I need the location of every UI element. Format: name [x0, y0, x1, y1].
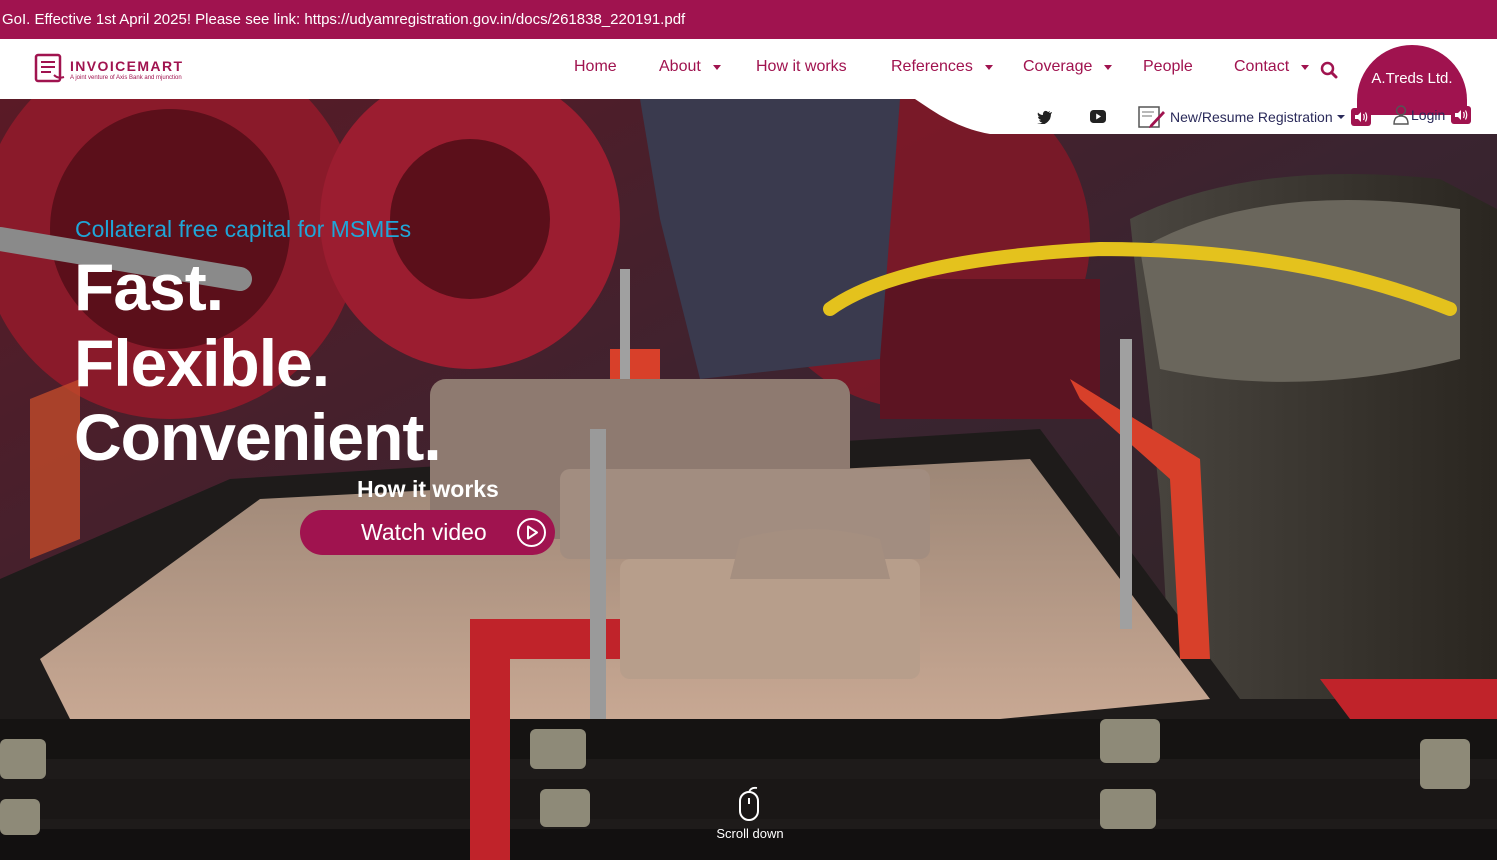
invoice-logo-icon: [34, 53, 65, 83]
chevron-down-icon: [984, 64, 993, 70]
login-link[interactable]: Login: [1393, 105, 1472, 125]
registration-label[interactable]: New/Resume Registration: [1170, 109, 1333, 125]
chevron-down-icon: [1336, 115, 1345, 119]
watch-video-label[interactable]: Watch video: [361, 519, 487, 546]
announcement-bar[interactable]: GoI. Effective 1st April 2025! Please se…: [0, 0, 1497, 39]
scroll-down-indicator[interactable]: Scroll down: [700, 786, 800, 841]
headline-convenient: Convenient.: [74, 400, 442, 474]
logo[interactable]: INVOICEMART A joint venture of Axis Bank…: [34, 53, 183, 85]
edit-form-icon: [1138, 106, 1165, 128]
site-header: INVOICEMART A joint venture of Axis Bank…: [0, 39, 1497, 99]
nav-coverage[interactable]: Coverage: [1023, 58, 1113, 76]
mouse-icon: [739, 786, 759, 821]
play-icon[interactable]: [516, 517, 547, 548]
logo-name: INVOICEMART: [70, 57, 184, 74]
chevron-down-icon: [712, 64, 721, 70]
nav-how-it-works[interactable]: How it works: [756, 58, 847, 76]
nav-references[interactable]: References: [891, 58, 993, 76]
how-it-works-heading: How it works: [357, 476, 499, 502]
headline-flexible: Flexible.: [74, 326, 330, 400]
nav-home[interactable]: Home: [574, 58, 617, 76]
watch-video-button[interactable]: Watch video: [300, 510, 555, 555]
login-label[interactable]: Login: [1411, 107, 1445, 123]
announcement-text[interactable]: GoI. Effective 1st April 2025! Please se…: [2, 11, 685, 28]
nav-contact[interactable]: Contact: [1234, 58, 1310, 76]
search-icon[interactable]: [1320, 61, 1338, 79]
twitter-icon[interactable]: [1037, 110, 1053, 124]
nav-about[interactable]: About: [659, 58, 721, 76]
speaker-icon[interactable]: [1350, 108, 1371, 126]
headline-fast: Fast.: [74, 250, 224, 324]
nav-people[interactable]: People: [1143, 58, 1193, 76]
user-icon: [1393, 105, 1409, 125]
youtube-icon[interactable]: [1090, 110, 1106, 123]
logo-subtitle: A joint venture of Axis Bank and mjuncti…: [70, 74, 182, 81]
speaker-icon[interactable]: [1451, 106, 1472, 124]
chevron-down-icon: [1301, 64, 1310, 70]
registration-dropdown[interactable]: New/Resume Registration: [1138, 105, 1371, 129]
chevron-down-icon: [1104, 64, 1113, 70]
hero-section: [0, 99, 1497, 860]
scroll-down-label[interactable]: Scroll down: [716, 826, 783, 841]
hero-background-video[interactable]: [0, 99, 1497, 860]
hero-tagline: Collateral free capital for MSMEs: [75, 216, 412, 242]
